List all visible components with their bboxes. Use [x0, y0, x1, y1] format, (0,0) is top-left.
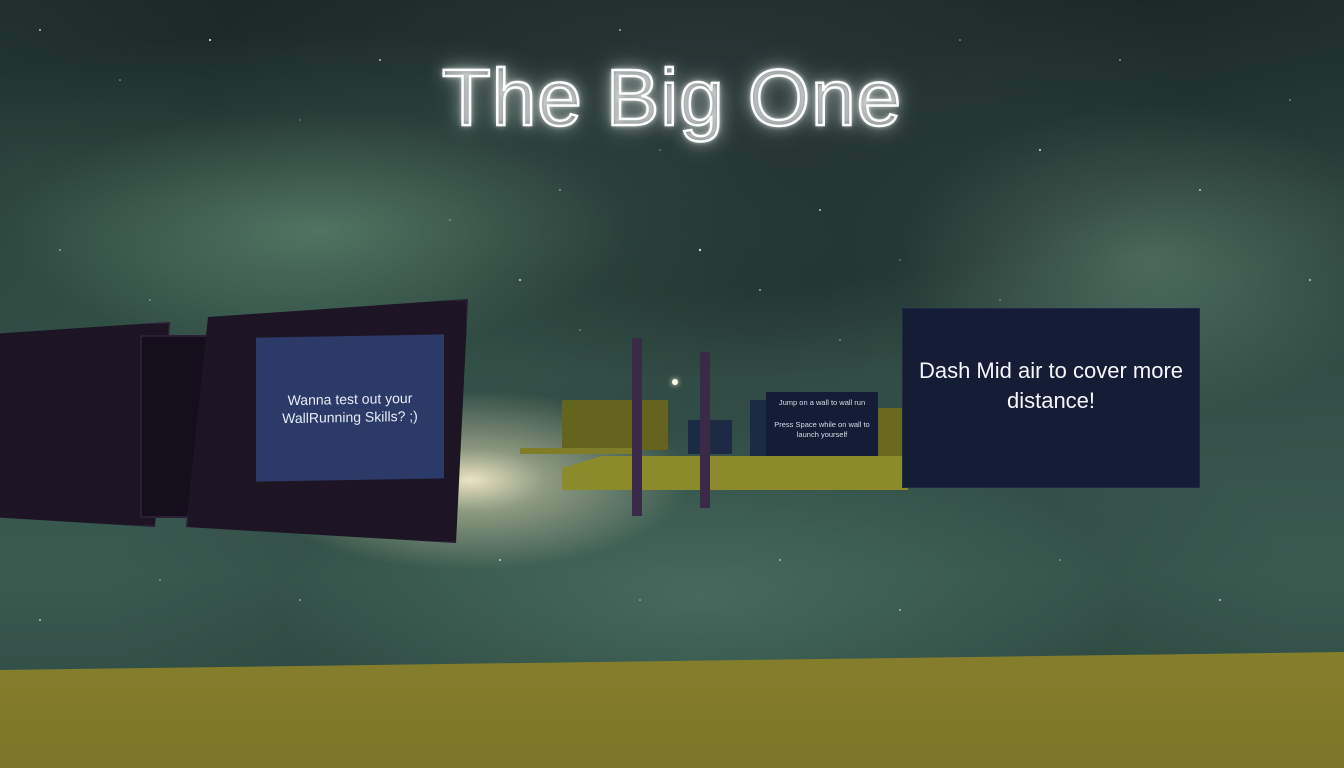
floating-platform	[562, 456, 908, 490]
distant-block-small	[688, 420, 732, 454]
ground-floor	[0, 652, 1344, 768]
pole-left	[632, 338, 642, 516]
distant-light	[672, 379, 678, 385]
sign-wallrun-challenge: Wanna test out your WallRunning Skills? …	[256, 334, 444, 482]
floating-platform-edge	[520, 448, 640, 454]
distant-block-far-right	[876, 408, 904, 458]
sign-distant-line2: Press Space while on wall to launch your…	[774, 420, 870, 439]
sign-dash-tip: Dash Mid air to cover more distance!	[902, 308, 1200, 488]
game-viewport[interactable]: The Big One Wanna test out your WallRunn…	[0, 0, 1344, 768]
sign-distant-line1: Jump on a wall to wall run	[778, 398, 866, 407]
sign-distant-instructions: Jump on a wall to wall run Press Space w…	[766, 392, 878, 456]
pole-right	[700, 352, 710, 508]
sign-dash-text: Dash Mid air to cover more distance!	[918, 358, 1184, 413]
distant-block-left	[562, 400, 668, 450]
level-title: The Big One	[441, 52, 903, 144]
